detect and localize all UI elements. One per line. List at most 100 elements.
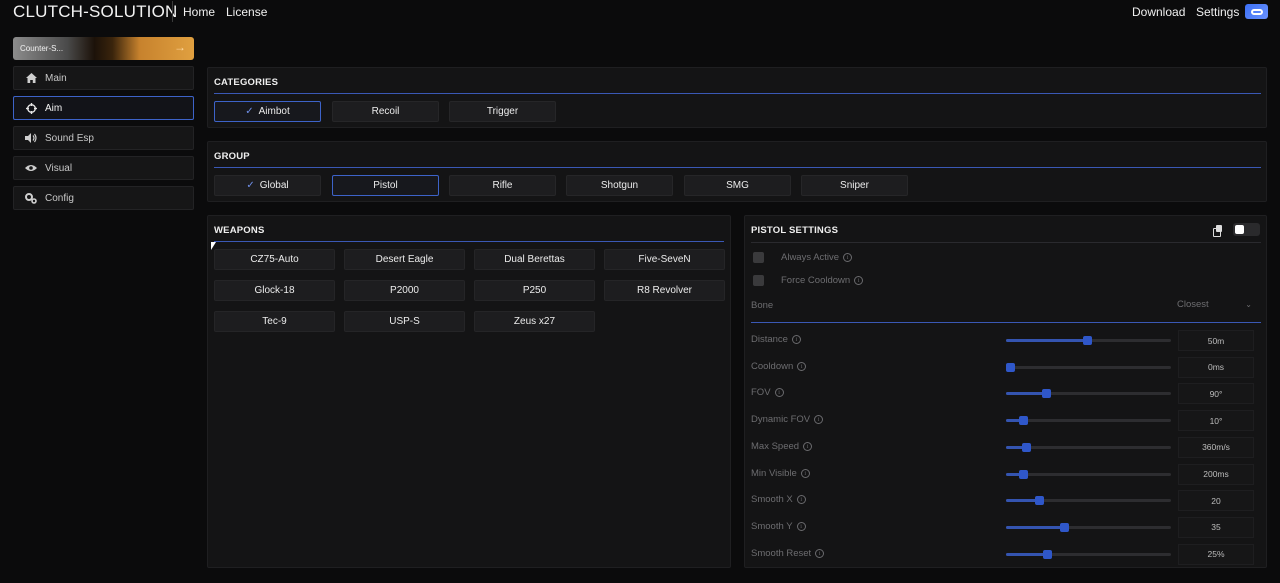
- sidebar-item-config[interactable]: Config: [13, 186, 194, 210]
- info-icon[interactable]: i: [791, 335, 801, 344]
- weapon-button[interactable]: P2000: [344, 280, 465, 301]
- settings-toggle[interactable]: [1233, 223, 1260, 236]
- info-icon[interactable]: i: [796, 495, 806, 505]
- slider-value[interactable]: 360m/s: [1178, 436, 1254, 458]
- weapons-divider: [214, 241, 724, 242]
- slider-label-text: FOV: [751, 387, 771, 399]
- group-sniper-button[interactable]: Sniper: [801, 175, 908, 196]
- slider-label-text: Dynamic FOV: [751, 414, 811, 426]
- sidebar-item-label: Visual: [45, 162, 73, 174]
- home-icon: [25, 72, 37, 84]
- sidebar-item-visual[interactable]: Visual: [13, 156, 194, 180]
- weapon-button[interactable]: CZ75-Auto: [214, 249, 335, 270]
- weapon-button[interactable]: USP-S: [344, 311, 465, 332]
- nav-home[interactable]: Home: [183, 5, 215, 19]
- speaker-icon: [25, 132, 37, 144]
- slider-value[interactable]: 20: [1178, 490, 1254, 512]
- slider-track[interactable]: [1006, 442, 1171, 452]
- slider-label: Dynamic FOV i: [751, 414, 824, 426]
- group-label: Pistol: [373, 180, 398, 191]
- force-cooldown-label: Force Cooldown i: [781, 275, 864, 286]
- info-icon[interactable]: i: [854, 276, 864, 285]
- slider-label-text: Max Speed: [751, 440, 800, 452]
- group-pistol-button[interactable]: Pistol: [332, 175, 439, 196]
- weapon-button[interactable]: Five-SeveN: [604, 249, 725, 270]
- nav-download[interactable]: Download: [1132, 5, 1185, 19]
- info-icon[interactable]: i: [800, 468, 810, 478]
- group-label: Shotgun: [600, 180, 639, 191]
- bone-select[interactable]: Closest ⌄: [1170, 296, 1256, 312]
- slider-track[interactable]: [1006, 469, 1171, 479]
- sidebar-item-sound-esp[interactable]: Sound Esp: [13, 126, 194, 150]
- slider-track[interactable]: [1006, 389, 1171, 399]
- slider-knob[interactable]: [1018, 469, 1028, 479]
- info-icon[interactable]: i: [815, 548, 825, 558]
- group-smg-button[interactable]: SMG: [684, 175, 791, 196]
- slider-track[interactable]: [1006, 362, 1171, 372]
- weapon-button[interactable]: Glock-18: [214, 280, 335, 301]
- game-banner[interactable]: Counter-S... →: [13, 37, 194, 60]
- slider-track[interactable]: [1006, 522, 1171, 532]
- weapon-button[interactable]: Dual Berettas: [474, 249, 595, 270]
- slider-knob[interactable]: [1059, 522, 1069, 532]
- slider-label: Distance i: [751, 334, 801, 345]
- slider-value[interactable]: 25%: [1178, 543, 1254, 565]
- group-title: GROUP: [214, 151, 250, 162]
- slider-track[interactable]: [1006, 416, 1171, 426]
- slider-value[interactable]: 0ms: [1178, 356, 1254, 378]
- slider-value[interactable]: 35: [1178, 516, 1254, 538]
- slider-label-text: Smooth X: [751, 494, 793, 506]
- slider-value[interactable]: 50m: [1178, 330, 1254, 351]
- sidebar-item-label: Main: [45, 72, 67, 84]
- slider-value[interactable]: 10°: [1178, 410, 1254, 432]
- sidebar-item-main[interactable]: Main: [13, 66, 194, 90]
- weapon-button[interactable]: Tec-9: [214, 311, 335, 332]
- group-label: Sniper: [840, 180, 869, 191]
- bone-select-value: Closest: [1177, 298, 1209, 310]
- weapon-button[interactable]: P250: [474, 280, 595, 301]
- brand-title: CLUTCH-SOLUTION: [13, 2, 178, 21]
- weapon-button[interactable]: Desert Eagle: [344, 249, 465, 270]
- slider-value[interactable]: 90°: [1178, 383, 1254, 405]
- sidebar-item-label: Aim: [45, 102, 63, 114]
- slider-label-text: Smooth Y: [751, 520, 793, 532]
- slider-track[interactable]: [1006, 336, 1171, 345]
- copy-icon[interactable]: [1213, 225, 1223, 237]
- check-icon: ✓: [246, 180, 255, 191]
- weapon-button[interactable]: R8 Revolver: [604, 280, 725, 301]
- slider-track[interactable]: [1006, 496, 1171, 506]
- info-icon[interactable]: i: [803, 441, 813, 451]
- info-icon[interactable]: i: [797, 361, 807, 371]
- group-rifle-button[interactable]: Rifle: [449, 175, 556, 196]
- slider-knob[interactable]: [1043, 549, 1053, 559]
- nav-license[interactable]: License: [226, 5, 267, 19]
- info-icon[interactable]: i: [796, 521, 806, 531]
- slider-knob[interactable]: [1018, 416, 1028, 426]
- category-trigger-button[interactable]: Trigger: [449, 101, 556, 122]
- bone-divider: [751, 322, 1261, 323]
- slider-track[interactable]: [1006, 549, 1171, 559]
- group-global-button[interactable]: ✓ Global: [214, 175, 321, 196]
- nav-settings[interactable]: Settings: [1196, 5, 1239, 19]
- slider-knob[interactable]: [1006, 362, 1015, 372]
- category-recoil-button[interactable]: Recoil: [332, 101, 439, 122]
- slider-knob[interactable]: [1021, 442, 1031, 452]
- weapon-button[interactable]: Zeus x27: [474, 311, 595, 332]
- info-icon[interactable]: i: [814, 415, 824, 425]
- game-banner-label: Counter-S...: [20, 44, 64, 53]
- category-aimbot-button[interactable]: ✓ Aimbot: [214, 101, 321, 122]
- slider-knob[interactable]: [1041, 389, 1051, 399]
- force-cooldown-checkbox[interactable]: [753, 275, 764, 286]
- info-icon[interactable]: i: [843, 253, 853, 262]
- slider-knob[interactable]: [1035, 496, 1044, 506]
- brand-divider: [172, 1, 173, 22]
- slider-knob[interactable]: [1082, 336, 1092, 345]
- slider-label: Smooth Yi: [751, 521, 806, 532]
- sidebar-item-aim[interactable]: Aim: [13, 96, 194, 120]
- info-icon[interactable]: i: [774, 388, 784, 398]
- slider-value[interactable]: 200ms: [1178, 463, 1254, 485]
- always-active-checkbox[interactable]: [753, 252, 764, 263]
- account-icon[interactable]: [1245, 4, 1268, 19]
- group-shotgun-button[interactable]: Shotgun: [566, 175, 673, 196]
- slider-label-text: Cooldown: [751, 360, 794, 372]
